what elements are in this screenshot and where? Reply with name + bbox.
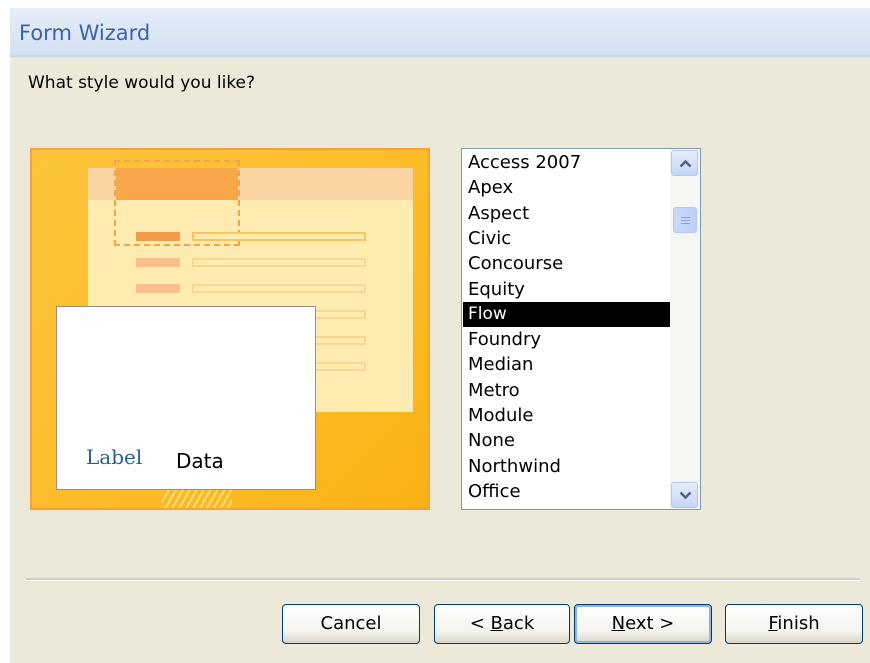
chevron-up-icon <box>679 159 692 168</box>
finish-button[interactable]: Finish <box>725 604 863 644</box>
chevron-down-icon <box>679 491 692 500</box>
preview-field-bar <box>192 258 366 267</box>
style-list-item[interactable]: None <box>463 428 670 453</box>
preview-label-text: Label <box>86 445 143 469</box>
preview-label-bar <box>136 258 180 267</box>
style-list-item[interactable]: Northwind <box>463 454 670 479</box>
style-list-item[interactable]: Foundry <box>463 327 670 352</box>
back-button[interactable]: < Back <box>434 604 570 644</box>
style-list-item[interactable]: Flow <box>463 301 670 327</box>
style-list-item[interactable]: Aspect <box>463 201 670 226</box>
next-button-accel: N <box>611 613 626 634</box>
listbox-scrollbar[interactable] <box>670 149 700 509</box>
window-title: Form Wizard <box>19 21 151 45</box>
preview-data-text: Data <box>176 449 224 473</box>
style-list-item[interactable]: Metro <box>463 378 670 403</box>
cancel-button-label: Cancel <box>320 613 382 634</box>
back-button-prefix: < <box>469 613 491 634</box>
title-bar: Form Wizard <box>10 8 870 57</box>
button-separator <box>26 578 860 581</box>
style-list-item[interactable]: Access 2007 <box>463 150 670 175</box>
style-list-item[interactable]: Office <box>463 479 670 504</box>
style-list-item[interactable]: Equity <box>463 277 670 302</box>
preview-decoration <box>162 488 232 508</box>
style-preview: Label Data <box>30 148 430 510</box>
style-list-item[interactable]: Concourse <box>463 251 670 276</box>
scroll-thumb[interactable] <box>673 207 697 233</box>
style-list-item[interactable]: Apex <box>463 175 670 200</box>
style-listbox[interactable]: Access 2007 Apex Aspect Civic Concourse Equit… <box>461 148 701 510</box>
next-button[interactable]: Next > <box>574 604 712 644</box>
preview-label-bar <box>136 232 180 241</box>
style-list-item[interactable]: Module <box>463 403 670 428</box>
form-wizard-window: Form Wizard What style would you like? L… <box>10 8 870 663</box>
back-button-rest: ack <box>502 613 535 634</box>
preview-field-bar <box>192 284 366 293</box>
scroll-up-button[interactable] <box>671 150 698 176</box>
style-question: What style would you like? <box>28 73 256 93</box>
preview-field-bar <box>192 232 366 241</box>
back-button-accel: B <box>490 613 503 634</box>
next-button-rest: ext > <box>625 613 675 634</box>
style-list-item[interactable]: Civic <box>463 226 670 251</box>
scroll-down-button[interactable] <box>671 482 698 508</box>
preview-label-bar <box>136 284 180 293</box>
finish-button-rest: inish <box>777 613 820 634</box>
cancel-button[interactable]: Cancel <box>282 604 420 644</box>
style-list-item[interactable]: Median <box>463 352 670 377</box>
preview-sample-card: Label Data <box>56 306 316 490</box>
